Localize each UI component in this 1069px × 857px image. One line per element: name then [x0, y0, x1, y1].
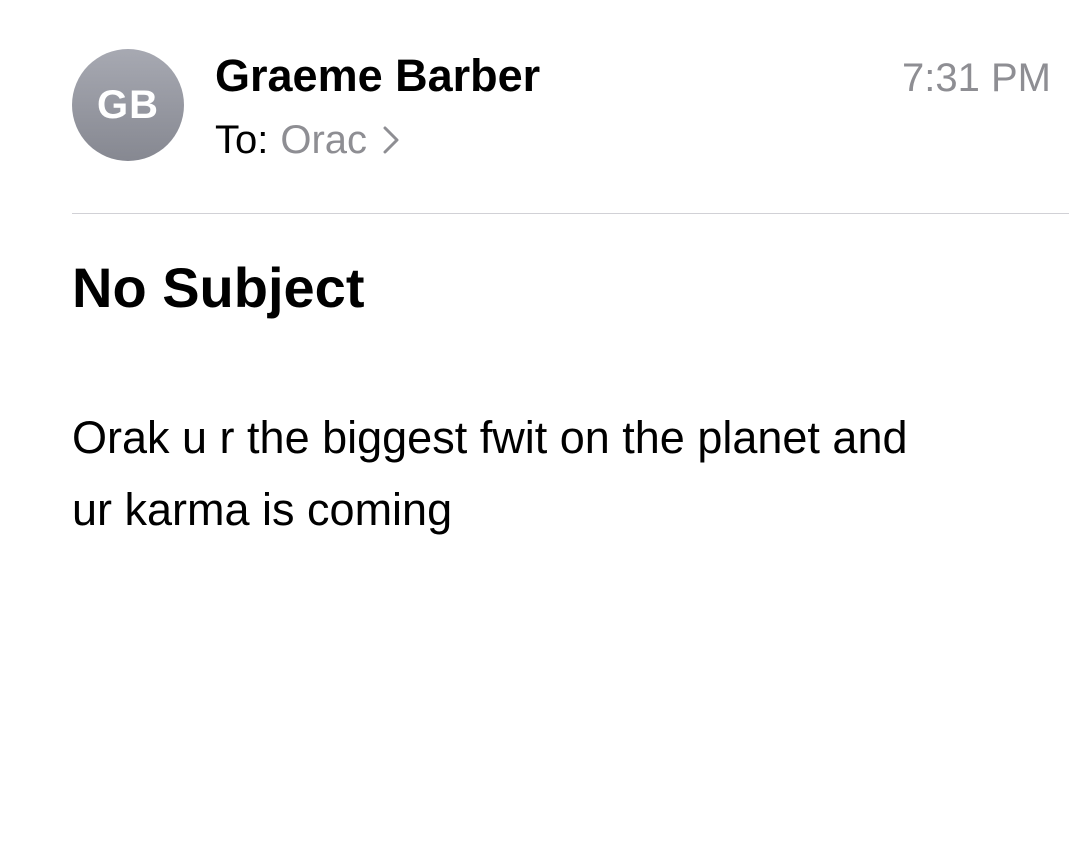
- message-subject: No Subject: [72, 256, 365, 319]
- recipient-row[interactable]: To: Orac: [215, 117, 401, 163]
- avatar-initials: GB: [97, 82, 159, 127]
- message-body: Orak u r the biggest fwit on the planet …: [72, 402, 1052, 546]
- body-line: Orak u r the biggest fwit on the planet …: [72, 412, 908, 463]
- sender-name[interactable]: Graeme Barber: [215, 50, 540, 102]
- sender-avatar[interactable]: GB: [72, 49, 184, 161]
- message-time: 7:31 PM: [902, 56, 1051, 100]
- body-line: ur karma is coming: [72, 484, 453, 535]
- recipient-name[interactable]: Orac: [280, 117, 367, 163]
- to-label: To:: [215, 118, 269, 162]
- email-message-view: GB Graeme Barber 7:31 PM To: Orac No Sub…: [0, 0, 1069, 857]
- header-divider: [72, 213, 1069, 214]
- message-header: GB Graeme Barber 7:31 PM To: Orac: [0, 0, 1069, 214]
- chevron-right-icon[interactable]: [381, 125, 401, 155]
